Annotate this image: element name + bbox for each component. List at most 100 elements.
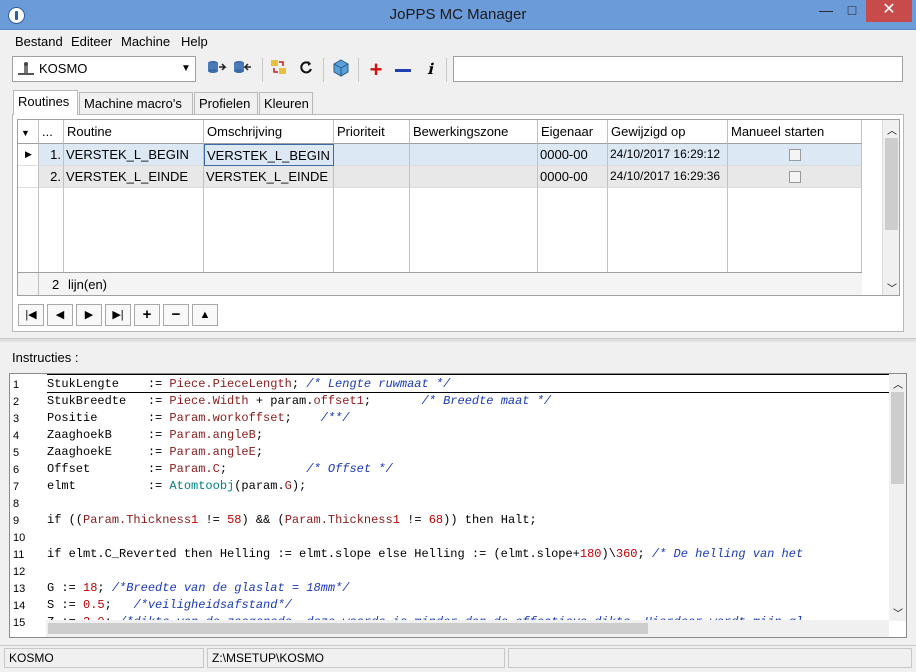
status-path: Z:\MSETUP\KOSMO — [207, 648, 505, 668]
table-row[interactable]: ▶ 1. VERSTEK_L_BEGIN VERSTEK_L_BEGIN 000… — [18, 144, 862, 166]
toolbar-separator — [358, 58, 359, 82]
routines-grid: ▼ ... Routine Omschrijving Prioriteit Be… — [17, 119, 900, 296]
col-header-omschrijving[interactable]: Omschrijving — [204, 120, 334, 144]
tab-kleuren[interactable]: Kleuren — [259, 92, 313, 114]
table-row[interactable]: 2. VERSTEK_L_EINDE VERSTEK_L_EINDE 0000-… — [18, 166, 862, 188]
nav-prev-button[interactable]: ◀ — [47, 304, 73, 326]
cell-gewijzigd[interactable]: 24/10/2017 16:29:36 — [608, 166, 728, 188]
col-header-prioriteit[interactable]: Prioriteit — [334, 120, 410, 144]
code-line: G := 18; /*Breedte van de glaslat = 18mm… — [47, 581, 350, 595]
tab-routines[interactable]: Routines — [13, 90, 78, 115]
editor-vscrollbar[interactable]: ︿ ﹀ — [889, 374, 906, 621]
nav-add-button[interactable]: + — [134, 304, 160, 326]
toolbar-separator — [262, 58, 263, 82]
col-header-nr[interactable]: ... — [39, 120, 64, 144]
title-bar: JoPPS MC Manager — □ ✕ — [0, 0, 916, 30]
nav-next-button[interactable]: ▶ — [76, 304, 102, 326]
grid-scrollbar[interactable]: ︿ ﹀ — [882, 120, 899, 295]
grid-menu-button[interactable]: ▼ — [18, 120, 39, 144]
manueel-checkbox[interactable] — [789, 149, 801, 161]
row-selector — [18, 166, 39, 188]
status-extra — [508, 648, 912, 668]
cell-omschrijving[interactable]: VERSTEK_L_BEGIN — [204, 144, 334, 166]
scroll-up-icon[interactable]: ︿ — [887, 122, 897, 137]
cell-eigenaar[interactable]: 0000-00 — [538, 166, 608, 188]
tab-profielen[interactable]: Profielen — [194, 92, 258, 114]
menu-bar: Bestand Editeer Machine Help — [0, 31, 916, 52]
line-gutter: 1 2 3 4 5 6 7 8 9 10 11 12 13 14 15 — [10, 374, 44, 637]
code-line: ZaaghoekB := Param.angleB; — [47, 428, 264, 442]
scroll-up-icon[interactable]: ︿ — [893, 376, 903, 392]
maximize-button[interactable]: □ — [838, 0, 866, 22]
export-db-icon[interactable] — [206, 59, 228, 81]
cell-manueel — [728, 144, 862, 166]
row-selector-icon: ▶ — [18, 144, 39, 166]
remove-icon[interactable] — [392, 59, 414, 81]
line-number: 15 — [13, 617, 26, 629]
add-icon[interactable]: + — [365, 59, 387, 81]
cell-zone[interactable] — [410, 144, 538, 166]
manueel-checkbox[interactable] — [789, 171, 801, 183]
line-number: 14 — [13, 600, 26, 612]
code-line: S := 0.5; /*veiligheidsafstand*/ — [47, 598, 292, 612]
cell-prioriteit[interactable] — [334, 166, 410, 188]
menu-bestand[interactable]: Bestand — [15, 34, 63, 49]
instructies-label: Instructies : — [12, 350, 79, 365]
col-header-eigenaar[interactable]: Eigenaar — [538, 120, 608, 144]
window-title: JoPPS MC Manager — [389, 6, 527, 23]
line-number: 9 — [13, 515, 20, 527]
line-number: 4 — [13, 430, 20, 442]
code-editor[interactable]: 1 2 3 4 5 6 7 8 9 10 11 12 13 14 15 Stuk… — [9, 373, 907, 638]
scroll-down-icon[interactable]: ﹀ — [893, 605, 903, 621]
scroll-down-icon[interactable]: ﹀ — [887, 280, 897, 295]
cell-eigenaar[interactable]: 0000-00 — [538, 144, 608, 166]
package-icon[interactable] — [330, 59, 352, 81]
command-input[interactable] — [453, 56, 903, 82]
cell-gewijzigd[interactable]: 24/10/2017 16:29:12 — [608, 144, 728, 166]
line-number: 1 — [13, 379, 20, 391]
line-number: 7 — [13, 481, 20, 493]
col-header-manueel[interactable]: Manueel starten — [728, 120, 862, 144]
toolbar-separator — [446, 58, 447, 82]
cell-routine[interactable]: VERSTEK_L_BEGIN — [64, 144, 204, 166]
cell-prioriteit[interactable] — [334, 144, 410, 166]
chevron-down-icon: ▼ — [181, 63, 191, 74]
nav-first-button[interactable]: |◀ — [18, 304, 44, 326]
code-line: Offset := Param.C; /* Offset */ — [47, 462, 393, 476]
line-number: 2 — [13, 396, 20, 408]
machine-value: KOSMO — [39, 61, 88, 76]
col-header-routine[interactable]: Routine — [64, 120, 204, 144]
refresh-icon[interactable] — [295, 59, 317, 81]
scroll-thumb[interactable] — [885, 138, 898, 230]
scroll-thumb[interactable] — [891, 392, 904, 484]
col-header-gewijzigd[interactable]: Gewijzigd op — [608, 120, 728, 144]
row-nr: 2. — [39, 166, 64, 188]
scroll-thumb[interactable] — [48, 623, 648, 634]
editor-hscrollbar[interactable] — [46, 620, 889, 637]
nav-last-button[interactable]: ▶| — [105, 304, 131, 326]
cell-zone[interactable] — [410, 166, 538, 188]
menu-help[interactable]: Help — [181, 34, 208, 49]
tab-machine-macros[interactable]: Machine macro's — [79, 92, 193, 114]
cell-omschrijving[interactable]: VERSTEK_L_EINDE — [204, 166, 334, 188]
line-number: 13 — [13, 583, 26, 595]
menu-machine[interactable]: Machine — [121, 34, 170, 49]
menu-editeer[interactable]: Editeer — [71, 34, 112, 49]
col-header-bewerkingszone[interactable]: Bewerkingszone — [410, 120, 538, 144]
import-db-icon[interactable] — [232, 59, 254, 81]
minimize-button[interactable]: — — [812, 0, 840, 22]
transfer-icon[interactable] — [268, 59, 290, 81]
footer-count: 2 — [52, 277, 60, 292]
cell-routine[interactable]: VERSTEK_L_EINDE — [64, 166, 204, 188]
code-line: if elmt.C_Reverted then Helling := elmt.… — [47, 547, 804, 561]
info-icon[interactable]: ℹ — [419, 59, 441, 81]
code-line: if ((Param.Thickness1 != 58) && (Param.T… — [47, 513, 537, 527]
machine-select[interactable]: KOSMO ▼ — [12, 56, 196, 82]
nav-delete-button[interactable]: − — [163, 304, 189, 326]
splitter[interactable] — [0, 338, 916, 342]
line-number: 8 — [13, 498, 20, 510]
nav-up-button[interactable]: ▲ — [192, 304, 218, 326]
code-line: StukLengte := Piece.PieceLength; /* Leng… — [47, 377, 451, 391]
code-line: ZaaghoekE := Param.angleE; — [47, 445, 264, 459]
close-button[interactable]: ✕ — [866, 0, 912, 22]
